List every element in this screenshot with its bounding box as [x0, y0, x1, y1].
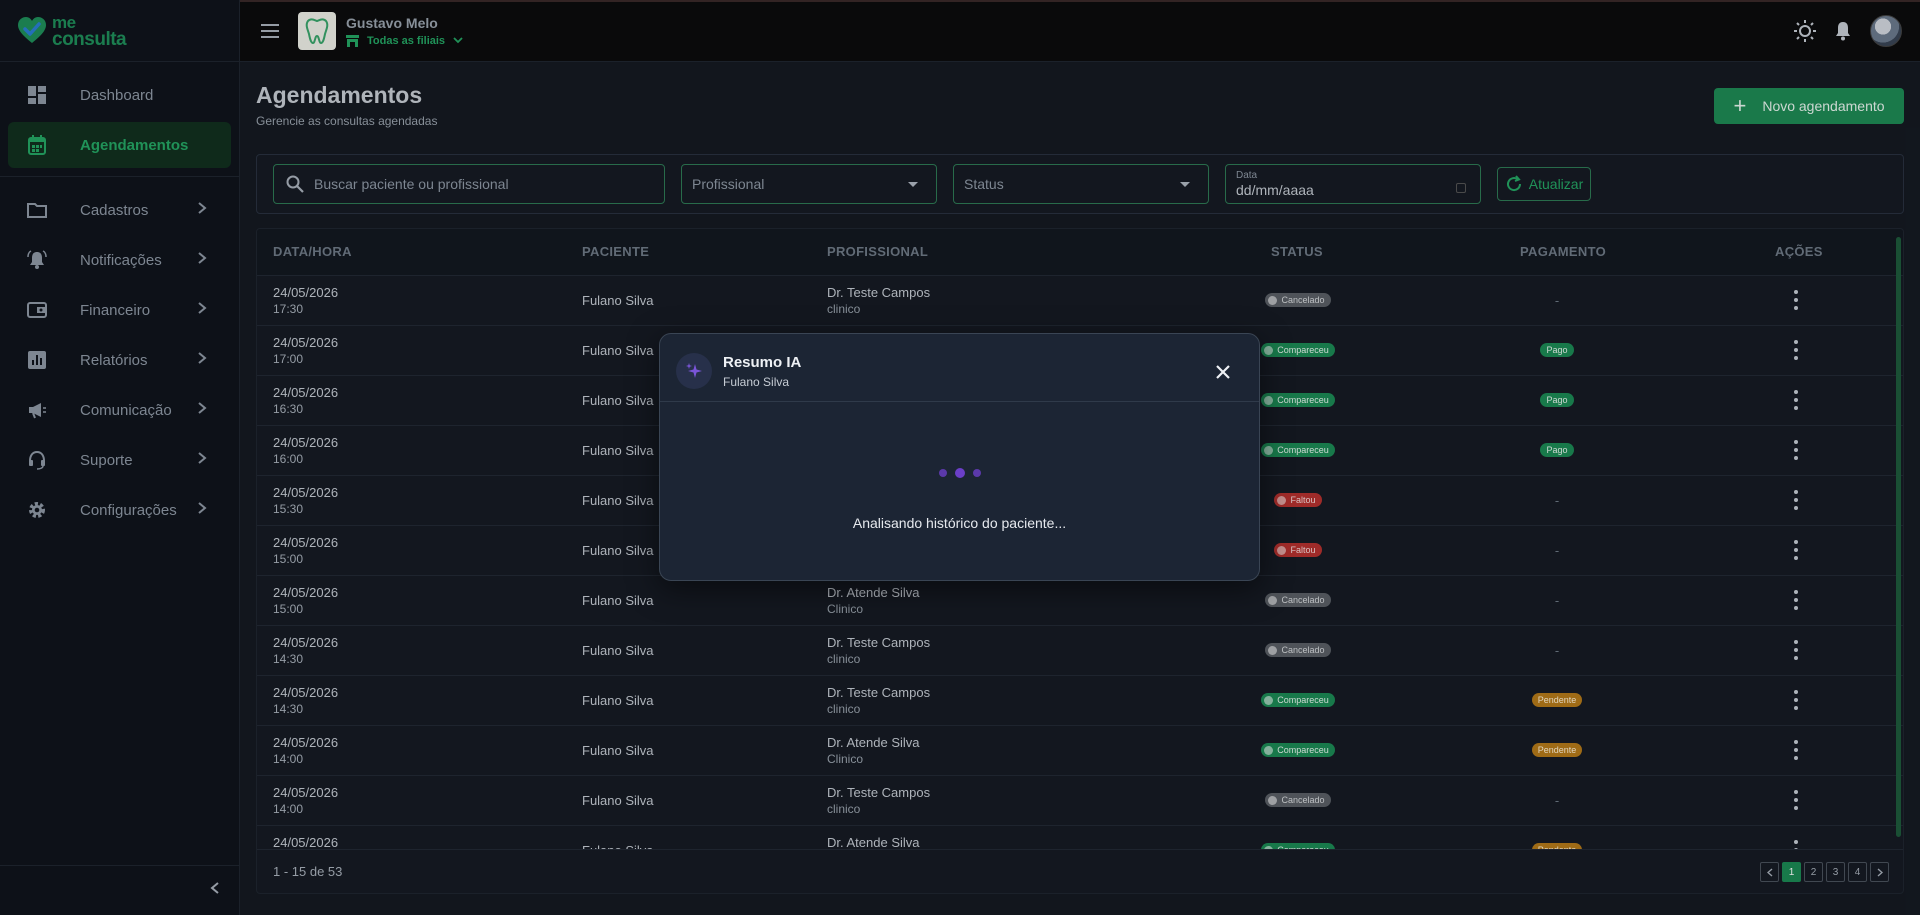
- app-root: me consulta Dashboard Agendamentos Cadas…: [0, 0, 1920, 915]
- close-icon[interactable]: [1213, 362, 1233, 382]
- modal-title: Resumo IA: [723, 354, 802, 371]
- loading-dot: [972, 469, 981, 477]
- loading-dot: [938, 469, 947, 477]
- loading-dot: [954, 468, 965, 478]
- modal-header: Resumo IA Fulano Silva: [660, 334, 1259, 402]
- loading-dots: [660, 468, 1259, 478]
- loading-message: Analisando histórico do paciente...: [852, 515, 1067, 531]
- modal-subtitle: Fulano Silva: [723, 375, 790, 389]
- ai-summary-modal: Resumo IA Fulano Silva Analisando histór…: [659, 333, 1260, 581]
- sparkles-icon: [676, 353, 712, 389]
